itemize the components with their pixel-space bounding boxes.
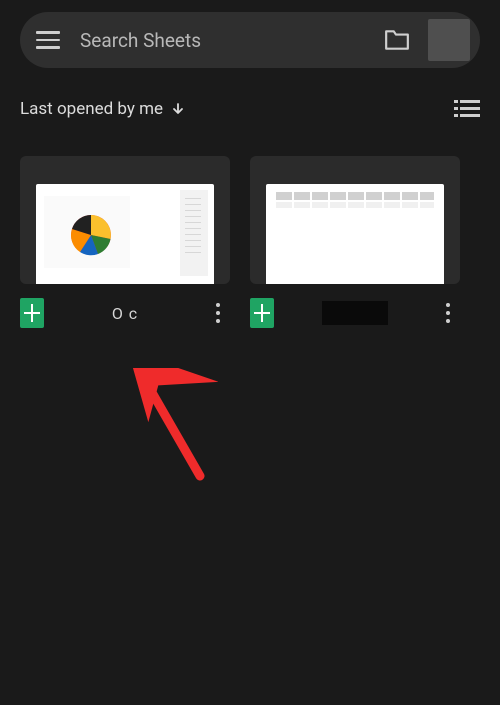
file-card: O c [20, 156, 230, 328]
folder-icon[interactable] [384, 29, 410, 51]
sort-label-text: Last opened by me [20, 99, 163, 119]
arrow-down-icon [171, 102, 185, 116]
more-icon[interactable] [206, 303, 230, 323]
file-card [250, 156, 460, 328]
file-title [274, 301, 436, 325]
sheets-icon [250, 298, 274, 328]
file-grid: O c [0, 120, 500, 328]
annotation-arrow [128, 368, 218, 488]
search-input[interactable]: Search Sheets [80, 29, 384, 52]
file-title: O c [44, 304, 206, 323]
search-bar: Search Sheets [20, 12, 480, 68]
menu-icon[interactable] [34, 26, 62, 54]
file-thumbnail[interactable] [20, 156, 230, 284]
more-icon[interactable] [436, 303, 460, 323]
sort-dropdown[interactable]: Last opened by me [20, 99, 185, 119]
file-thumbnail[interactable] [250, 156, 460, 284]
sort-row: Last opened by me [0, 68, 500, 120]
avatar[interactable] [428, 19, 470, 61]
list-view-icon[interactable] [454, 98, 480, 120]
sheets-icon [20, 298, 44, 328]
